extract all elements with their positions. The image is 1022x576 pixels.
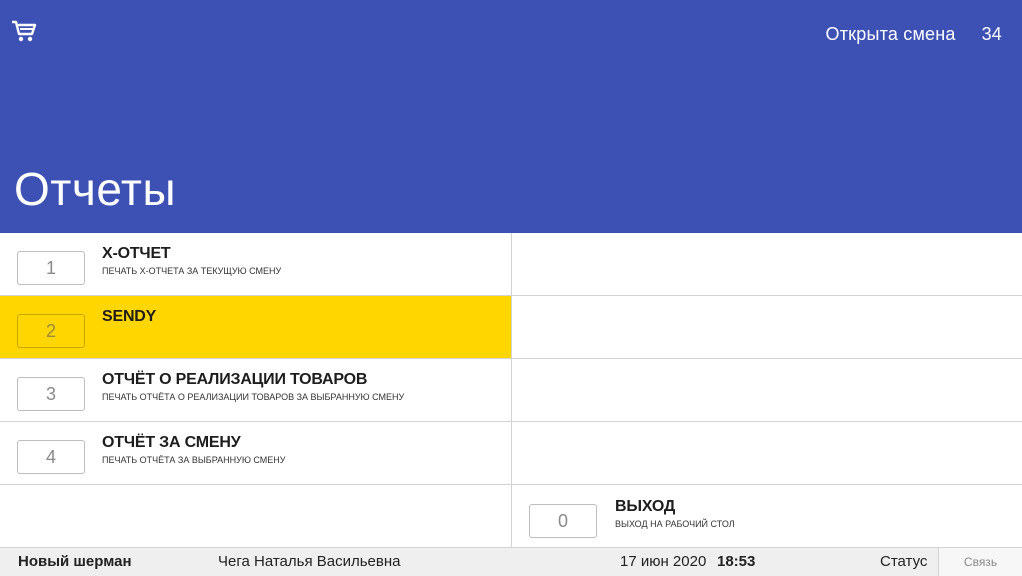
status-bar: Новый шерман Чега Наталья Васильевна 17 …: [0, 547, 1022, 576]
connection-button[interactable]: Связь: [938, 548, 1022, 576]
cart-icon[interactable]: [10, 18, 38, 44]
menu-item-title: X-ОТЧЕТ: [102, 245, 171, 262]
hotkey-badge: 4: [17, 440, 85, 474]
shift-indicator: Открыта смена 34: [826, 24, 1002, 45]
menu-cell-empty: [511, 422, 1022, 485]
hotkey-badge: 2: [17, 314, 85, 348]
menu-item-subtitle: ПЕЧАТЬ Х-ОТЧЕТА ЗА ТЕКУЩУЮ СМЕНУ: [102, 266, 282, 276]
shift-number: 34: [981, 24, 1002, 44]
menu-item-title: ВЫХОД: [615, 498, 676, 515]
menu-item-x-report[interactable]: 1 X-ОТЧЕТ ПЕЧАТЬ Х-ОТЧЕТА ЗА ТЕКУЩУЮ СМЕ…: [0, 233, 511, 296]
menu-cell-empty: [0, 485, 511, 547]
menu-item-title: ОТЧЁТ ЗА СМЕНУ: [102, 434, 241, 451]
current-time: 18:53: [717, 553, 756, 570]
menu-item-shift-report[interactable]: 4 ОТЧЁТ ЗА СМЕНУ ПЕЧАТЬ ОТЧЁТА ЗА ВЫБРАН…: [0, 422, 511, 485]
hotkey-badge: 1: [17, 251, 85, 285]
company-name: Новый шерман: [18, 553, 132, 570]
status-button[interactable]: Статус: [880, 553, 927, 570]
menu-item-exit[interactable]: 0 ВЫХОД ВЫХОД НА РАБОЧИЙ СТОЛ: [511, 485, 1022, 547]
menu-item-title: ОТЧЁТ О РЕАЛИЗАЦИИ ТОВАРОВ: [102, 371, 368, 388]
header-bar: Открыта смена 34 Отчеты: [0, 0, 1022, 233]
menu-item-subtitle: ПЕЧАТЬ ОТЧЁТА ЗА ВЫБРАННУЮ СМЕНУ: [102, 455, 286, 465]
shift-status: Открыта смена: [825, 24, 956, 44]
reports-menu: 1 X-ОТЧЕТ ПЕЧАТЬ Х-ОТЧЕТА ЗА ТЕКУЩУЮ СМЕ…: [0, 233, 1022, 547]
menu-cell-empty: [511, 359, 1022, 422]
menu-item-sales-report[interactable]: 3 ОТЧЁТ О РЕАЛИЗАЦИИ ТОВАРОВ ПЕЧАТЬ ОТЧЁ…: [0, 359, 511, 422]
menu-item-subtitle: ПЕЧАТЬ ОТЧЁТА О РЕАЛИЗАЦИИ ТОВАРОВ ЗА ВЫ…: [102, 392, 405, 402]
cashier-name: Чега Наталья Васильевна: [218, 553, 401, 570]
current-date: 17 июн 2020: [620, 553, 707, 570]
menu-item-subtitle: ВЫХОД НА РАБОЧИЙ СТОЛ: [615, 519, 735, 529]
hotkey-badge: 3: [17, 377, 85, 411]
menu-cell-empty: [511, 233, 1022, 296]
menu-cell-empty: [511, 296, 1022, 359]
menu-item-title: SENDY: [102, 308, 157, 325]
hotkey-badge: 0: [529, 504, 597, 538]
page-title: Отчеты: [14, 163, 177, 215]
menu-item-sendy[interactable]: 2 SENDY: [0, 296, 511, 359]
